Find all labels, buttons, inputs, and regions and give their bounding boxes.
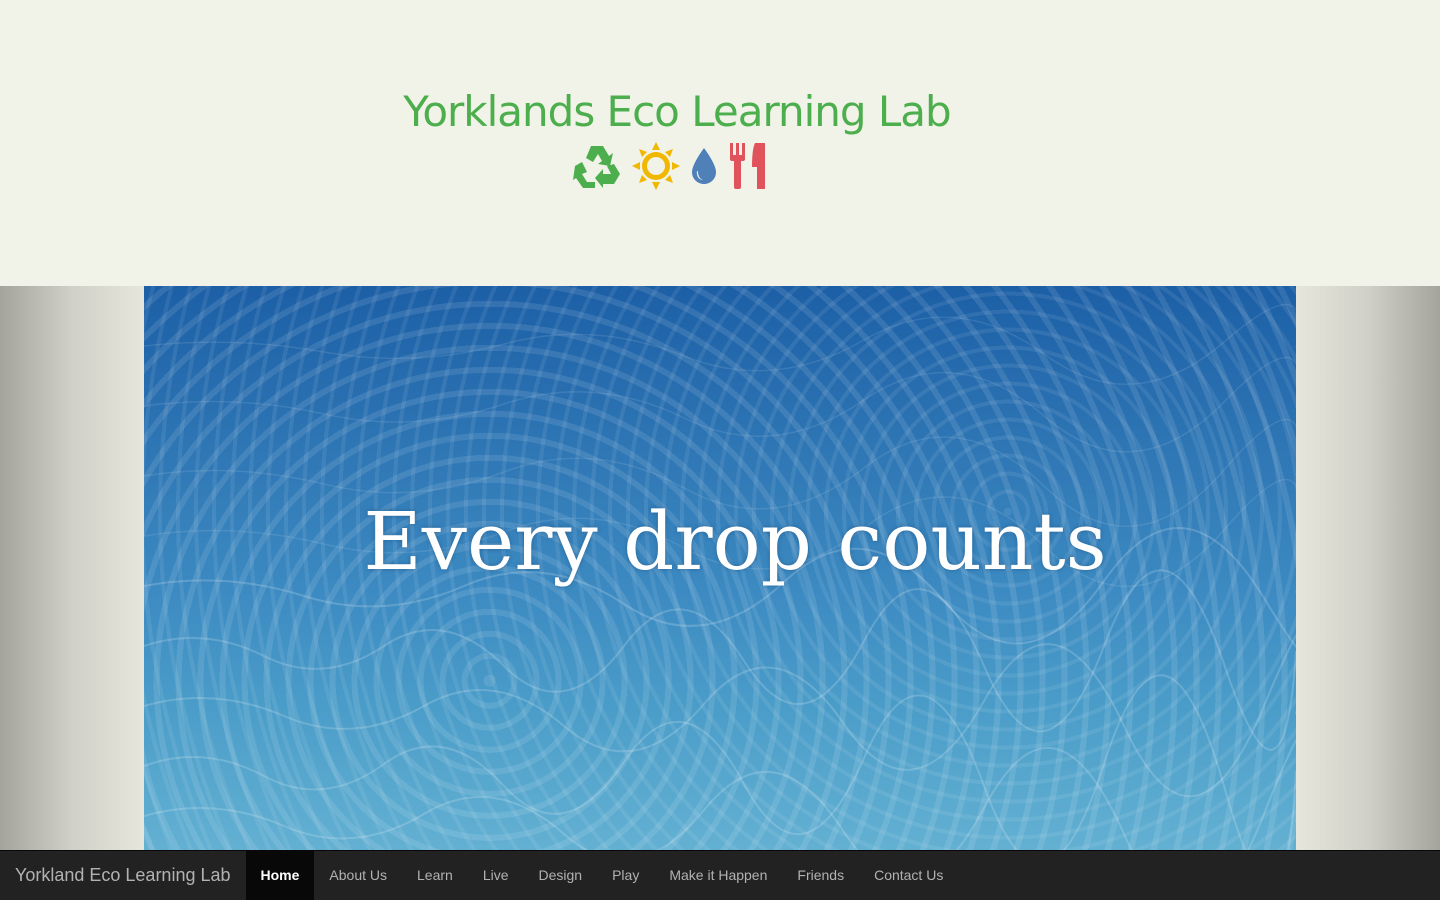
nav-item-about-us[interactable]: About Us <box>314 851 402 900</box>
water-drop-icon <box>692 148 716 184</box>
nav-item-contact-us[interactable]: Contact Us <box>859 851 958 900</box>
nav-item-home[interactable]: Home <box>245 851 315 900</box>
nav-links: Home About Us Learn Live Design Play Mak… <box>245 851 959 900</box>
water-surface-image: Every drop counts <box>144 286 1296 850</box>
recycle-icon <box>573 146 620 188</box>
main-navbar: Yorkland Eco Learning Lab Home About Us … <box>0 850 1440 900</box>
navbar-brand[interactable]: Yorkland Eco Learning Lab <box>0 851 246 900</box>
site-title[interactable]: Yorklands Eco Learning Lab <box>0 86 1354 138</box>
nav-item-live[interactable]: Live <box>468 851 524 900</box>
site-header: Yorklands Eco Learning Lab <box>0 0 1440 286</box>
nav-item-make-it-happen[interactable]: Make it Happen <box>654 851 782 900</box>
nav-item-play[interactable]: Play <box>597 851 654 900</box>
utensils-icon <box>730 143 765 189</box>
nav-item-learn[interactable]: Learn <box>402 851 468 900</box>
nav-item-design[interactable]: Design <box>524 851 598 900</box>
eco-icon-row <box>573 140 768 192</box>
hero-caption: Every drop counts <box>363 495 1107 588</box>
hero-band: Every drop counts <box>0 286 1440 850</box>
nav-item-friends[interactable]: Friends <box>782 851 859 900</box>
sun-icon <box>632 142 680 190</box>
page: Yorklands Eco Learning Lab Every drop co… <box>0 0 1440 900</box>
